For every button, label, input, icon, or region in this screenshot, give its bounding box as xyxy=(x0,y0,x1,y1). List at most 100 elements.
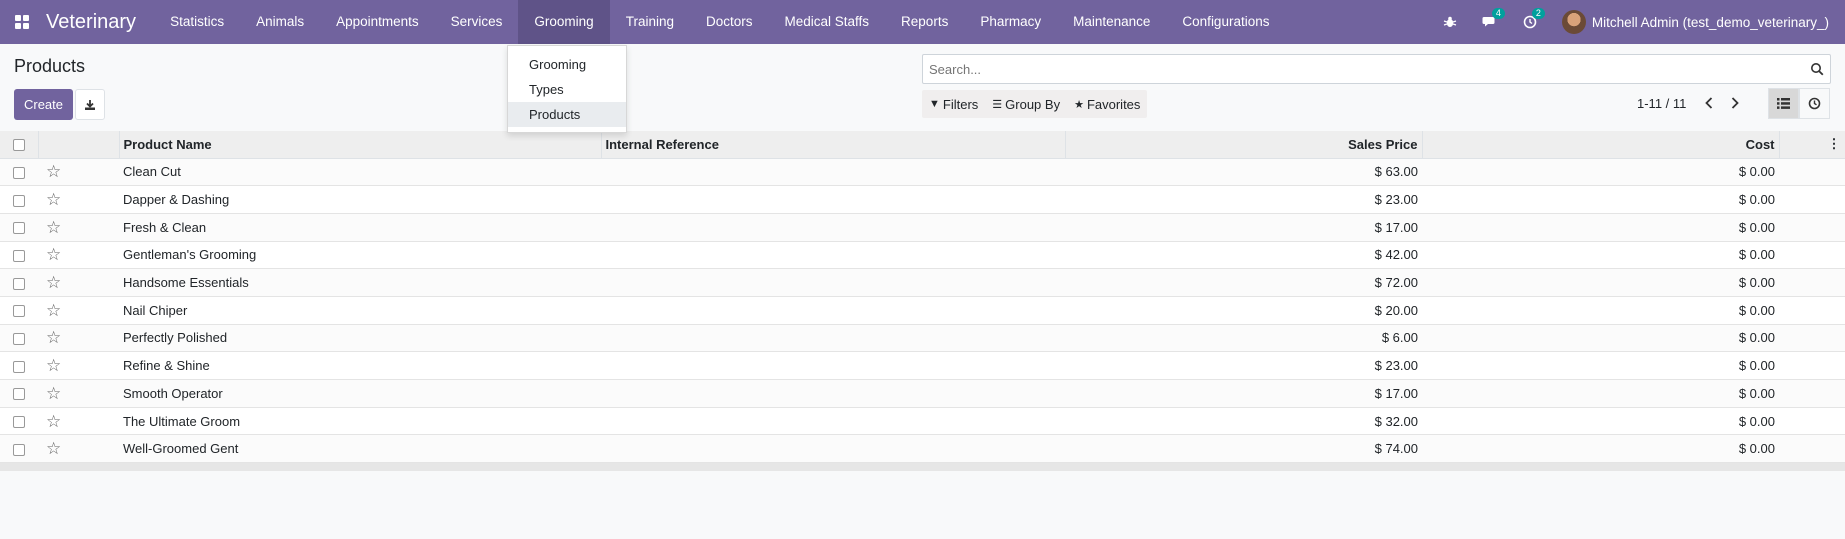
favorites-button[interactable]: ★ Favorites xyxy=(1067,90,1147,118)
select-all-checkbox[interactable] xyxy=(12,139,25,152)
row-checkbox[interactable] xyxy=(13,360,25,373)
menu-item-grooming[interactable]: Grooming xyxy=(518,0,610,44)
cell-internal-reference[interactable] xyxy=(601,296,1065,325)
menu-item-services[interactable]: Services xyxy=(435,0,519,44)
cell-cost[interactable]: $ 0.00 xyxy=(1422,379,1779,408)
cell-product-name[interactable]: Smooth Operator xyxy=(119,379,601,408)
cell-product-name[interactable]: Perfectly Polished xyxy=(119,324,601,353)
cell-cost[interactable]: $ 0.00 xyxy=(1422,241,1779,270)
list-view-button[interactable] xyxy=(1768,88,1799,119)
table-row[interactable]: ☆ Gentleman's Grooming $ 42.00 $ 0.00 xyxy=(0,241,1845,270)
table-row[interactable]: ☆ Smooth Operator $ 17.00 $ 0.00 xyxy=(0,379,1845,408)
cell-sales-price[interactable]: $ 17.00 xyxy=(1065,379,1422,408)
menu-item-appointments[interactable]: Appointments xyxy=(320,0,435,44)
menu-item-animals[interactable]: Animals xyxy=(240,0,320,44)
apps-menu-icon[interactable] xyxy=(0,0,44,44)
cell-internal-reference[interactable] xyxy=(601,434,1065,464)
search-input[interactable] xyxy=(923,55,1783,83)
cell-cost[interactable]: $ 0.00 xyxy=(1422,268,1779,297)
favorite-star-icon[interactable]: ☆ xyxy=(46,302,61,319)
cell-cost[interactable]: $ 0.00 xyxy=(1422,213,1779,242)
row-checkbox[interactable] xyxy=(13,249,25,262)
favorite-star-icon[interactable]: ☆ xyxy=(46,219,61,236)
cell-cost[interactable]: $ 0.00 xyxy=(1422,407,1779,436)
menu-item-medical-staffs[interactable]: Medical Staffs xyxy=(769,0,886,44)
cell-sales-price[interactable]: $ 74.00 xyxy=(1065,434,1422,464)
row-checkbox[interactable] xyxy=(13,305,25,318)
cell-product-name[interactable]: Nail Chiper xyxy=(119,296,601,325)
menu-item-statistics[interactable]: Statistics xyxy=(154,0,240,44)
cell-sales-price[interactable]: $ 6.00 xyxy=(1065,324,1422,353)
cell-cost[interactable]: $ 0.00 xyxy=(1422,296,1779,325)
cell-product-name[interactable]: The Ultimate Groom xyxy=(119,407,601,436)
row-checkbox[interactable] xyxy=(13,166,25,179)
row-checkbox[interactable] xyxy=(13,277,25,290)
cell-internal-reference[interactable] xyxy=(601,158,1065,187)
filters-button[interactable]: ▼ Filters xyxy=(922,90,985,118)
favorite-star-icon[interactable]: ☆ xyxy=(46,246,61,263)
cell-cost[interactable]: $ 0.00 xyxy=(1422,434,1779,464)
cell-sales-price[interactable]: $ 63.00 xyxy=(1065,158,1422,187)
column-header-internal-reference[interactable]: Internal Reference xyxy=(601,131,1066,159)
pager-next-icon[interactable] xyxy=(1725,94,1745,112)
favorite-star-icon[interactable]: ☆ xyxy=(46,357,61,374)
favorite-star-icon[interactable]: ☆ xyxy=(46,385,61,402)
cell-sales-price[interactable]: $ 23.00 xyxy=(1065,185,1422,214)
cell-sales-price[interactable]: $ 23.00 xyxy=(1065,351,1422,380)
debug-bug-icon[interactable] xyxy=(1430,0,1470,44)
cell-internal-reference[interactable] xyxy=(601,185,1065,214)
cell-internal-reference[interactable] xyxy=(601,379,1065,408)
app-brand[interactable]: Veterinary xyxy=(46,11,136,34)
activity-view-button[interactable] xyxy=(1799,88,1830,119)
dropdown-item-products[interactable]: Products xyxy=(508,102,626,127)
row-checkbox[interactable] xyxy=(13,443,25,456)
table-row[interactable]: ☆ Refine & Shine $ 23.00 $ 0.00 xyxy=(0,351,1845,380)
create-button[interactable]: Create xyxy=(14,89,73,120)
table-row[interactable]: ☆ Clean Cut $ 63.00 $ 0.00 xyxy=(0,158,1845,187)
messages-icon[interactable]: 4 xyxy=(1470,0,1510,44)
row-checkbox[interactable] xyxy=(13,222,25,235)
dropdown-item-grooming[interactable]: Grooming xyxy=(508,52,626,77)
dropdown-item-types[interactable]: Types xyxy=(508,77,626,102)
row-checkbox[interactable] xyxy=(13,194,25,207)
activities-clock-icon[interactable]: 2 xyxy=(1510,0,1550,44)
cell-sales-price[interactable]: $ 32.00 xyxy=(1065,407,1422,436)
favorite-star-icon[interactable]: ☆ xyxy=(46,329,61,346)
cell-product-name[interactable]: Well-Groomed Gent xyxy=(119,434,601,464)
cell-internal-reference[interactable] xyxy=(601,324,1065,353)
row-checkbox[interactable] xyxy=(13,388,25,401)
groupby-button[interactable]: ☰ Group By xyxy=(985,90,1067,118)
menu-item-maintenance[interactable]: Maintenance xyxy=(1057,0,1166,44)
table-row[interactable]: ☆ Fresh & Clean $ 17.00 $ 0.00 xyxy=(0,213,1845,242)
column-header-cost[interactable]: Cost xyxy=(1422,131,1780,159)
cell-product-name[interactable]: Clean Cut xyxy=(119,158,601,187)
favorite-star-icon[interactable]: ☆ xyxy=(46,440,61,457)
cell-product-name[interactable]: Dapper & Dashing xyxy=(119,185,601,214)
cell-sales-price[interactable]: $ 20.00 xyxy=(1065,296,1422,325)
cell-cost[interactable]: $ 0.00 xyxy=(1422,185,1779,214)
cell-internal-reference[interactable] xyxy=(601,213,1065,242)
table-row[interactable]: ☆ Perfectly Polished $ 6.00 $ 0.00 xyxy=(0,324,1845,353)
cell-internal-reference[interactable] xyxy=(601,268,1065,297)
menu-item-reports[interactable]: Reports xyxy=(885,0,964,44)
cell-product-name[interactable]: Handsome Essentials xyxy=(119,268,601,297)
cell-internal-reference[interactable] xyxy=(601,407,1065,436)
menu-item-doctors[interactable]: Doctors xyxy=(690,0,769,44)
menu-item-configurations[interactable]: Configurations xyxy=(1166,0,1285,44)
cell-cost[interactable]: $ 0.00 xyxy=(1422,324,1779,353)
cell-sales-price[interactable]: $ 17.00 xyxy=(1065,213,1422,242)
cell-product-name[interactable]: Fresh & Clean xyxy=(119,213,601,242)
pager-value[interactable]: 1-11 / 11 xyxy=(1637,96,1686,111)
optional-columns-toggle[interactable]: ⋮ xyxy=(1779,131,1845,159)
cell-sales-price[interactable]: $ 42.00 xyxy=(1065,241,1422,270)
menu-item-training[interactable]: Training xyxy=(610,0,690,44)
favorite-star-icon[interactable]: ☆ xyxy=(46,274,61,291)
table-row[interactable]: ☆ Well-Groomed Gent $ 74.00 $ 0.00 xyxy=(0,434,1845,464)
cell-internal-reference[interactable] xyxy=(601,351,1065,380)
search-icon[interactable] xyxy=(1810,62,1824,79)
table-row[interactable]: ☆ Dapper & Dashing $ 23.00 $ 0.00 xyxy=(0,185,1845,214)
column-header-product-name[interactable]: Product Name xyxy=(119,131,602,159)
cell-cost[interactable]: $ 0.00 xyxy=(1422,158,1779,187)
row-checkbox[interactable] xyxy=(13,416,25,429)
pager-previous-icon[interactable] xyxy=(1699,94,1719,112)
